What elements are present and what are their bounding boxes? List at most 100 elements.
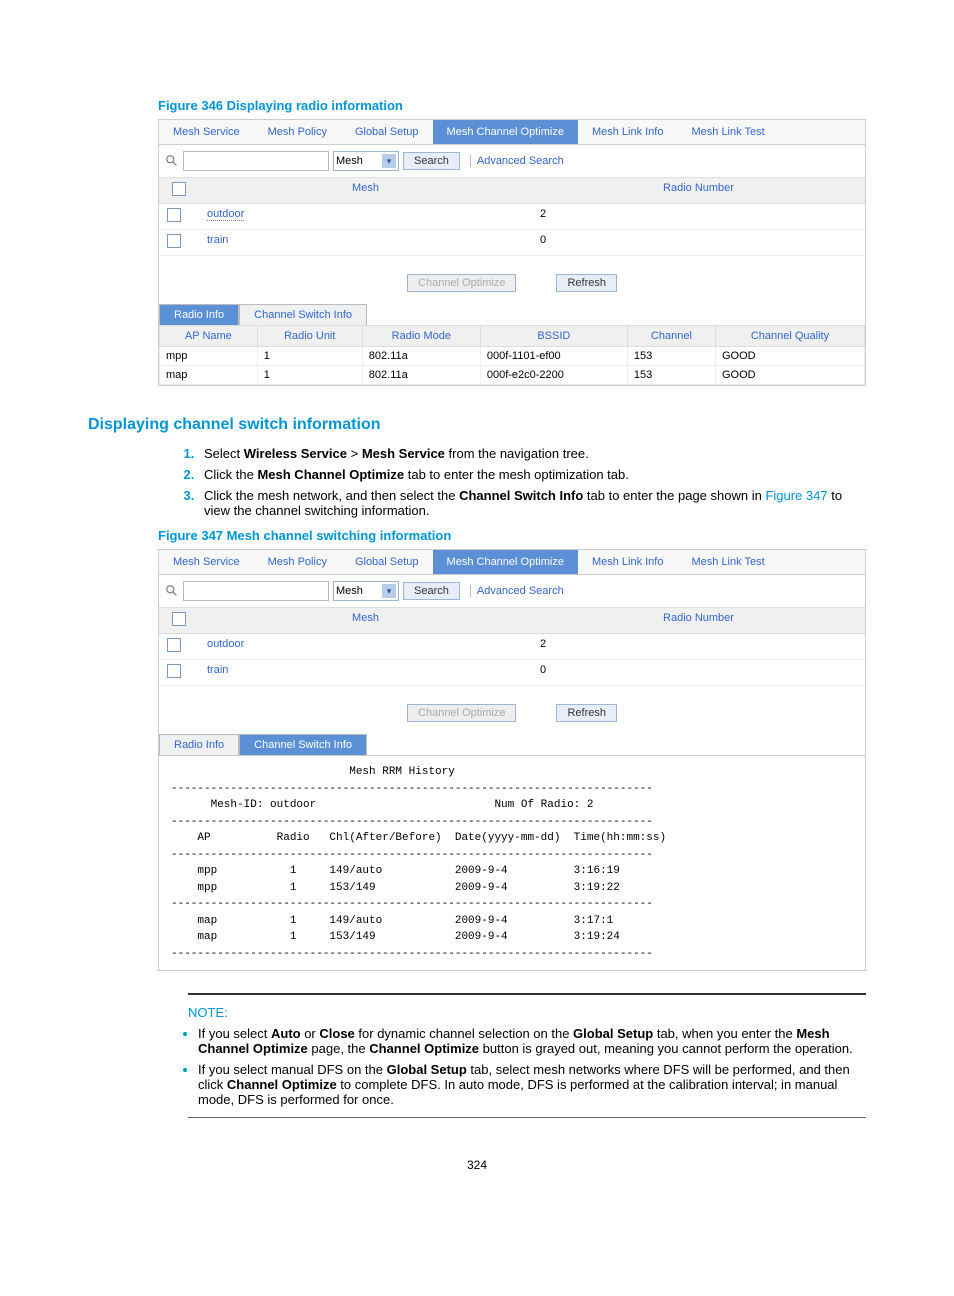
txt: > [347, 446, 362, 461]
tab-mesh-link-info[interactable]: Mesh Link Info [578, 550, 678, 574]
row-checkbox[interactable] [167, 234, 181, 248]
cell: GOOD [715, 366, 864, 385]
txt: Auto [271, 1026, 301, 1041]
chevron-down-icon: ▾ [382, 154, 396, 168]
txt: Channel Optimize [227, 1077, 337, 1092]
refresh-button[interactable]: Refresh [556, 704, 617, 722]
radio-info-table: AP Name Radio Unit Radio Mode BSSID Chan… [159, 325, 865, 385]
tab-global-setup[interactable]: Global Setup [341, 120, 433, 144]
sub-tabs: Radio Info Channel Switch Info [159, 304, 865, 325]
col-radio-number: Radio Number [532, 178, 865, 203]
tab-mesh-channel-optimize[interactable]: Mesh Channel Optimize [433, 120, 578, 144]
mesh-row-num: 2 [532, 204, 865, 229]
note-item: If you select manual DFS on the Global S… [198, 1062, 866, 1107]
tab-mesh-link-test[interactable]: Mesh Link Test [677, 120, 778, 144]
advanced-search-link[interactable]: Advanced Search [470, 155, 564, 167]
search-icon [165, 154, 179, 168]
search-button[interactable]: Search [403, 582, 460, 600]
row-checkbox[interactable] [167, 208, 181, 222]
steps-list: Select Wireless Service > Mesh Service f… [198, 446, 866, 518]
search-input[interactable] [183, 581, 329, 601]
search-row: Mesh ▾ Search Advanced Search [159, 575, 865, 608]
mesh-link-outdoor[interactable]: outdoor [207, 638, 244, 650]
search-category-select[interactable]: Mesh ▾ [333, 151, 399, 171]
mesh-row-num: 0 [532, 230, 865, 255]
search-input[interactable] [183, 151, 329, 171]
note-list: If you select Auto or Close for dynamic … [198, 1026, 866, 1107]
cell: 000f-e2c0-2200 [480, 366, 627, 385]
col-ap-name: AP Name [160, 326, 258, 347]
mesh-link-train[interactable]: train [207, 664, 228, 676]
select-all-checkbox[interactable] [172, 612, 186, 626]
txt: Mesh Service [362, 446, 445, 461]
figure-347-link[interactable]: Figure 347 [765, 488, 827, 503]
txt: Channel Switch Info [459, 488, 583, 503]
cell: 802.11a [362, 366, 480, 385]
search-category-select[interactable]: Mesh ▾ [333, 581, 399, 601]
txt: If you select manual DFS on the [198, 1062, 387, 1077]
refresh-button[interactable]: Refresh [556, 274, 617, 292]
row-checkbox[interactable] [167, 664, 181, 678]
top-tabs: Mesh Service Mesh Policy Global Setup Me… [159, 550, 865, 575]
search-select-value: Mesh [336, 585, 363, 597]
sub-tabs: Radio Info Channel Switch Info [159, 734, 865, 755]
middle-buttons: Channel Optimize Refresh [159, 256, 865, 298]
mesh-link-train[interactable]: train [207, 234, 228, 246]
txt: Click the [204, 467, 257, 482]
search-icon [165, 584, 179, 598]
cell: 802.11a [362, 347, 480, 366]
col-bssid: BSSID [480, 326, 627, 347]
txt: Select [204, 446, 244, 461]
tab-global-setup[interactable]: Global Setup [341, 550, 433, 574]
page-number: 324 [88, 1158, 866, 1172]
cell: GOOD [715, 347, 864, 366]
col-radio-unit: Radio Unit [257, 326, 362, 347]
subtab-radio-info[interactable]: Radio Info [159, 734, 239, 755]
txt: tab, when you enter the [653, 1026, 796, 1041]
figure-347-caption: Figure 347 Mesh channel switching inform… [158, 528, 866, 543]
channel-optimize-button[interactable]: Channel Optimize [407, 704, 516, 722]
subtab-channel-switch-info[interactable]: Channel Switch Info [239, 304, 367, 325]
mesh-link-outdoor[interactable]: outdoor [207, 208, 244, 221]
cell: mpp [160, 347, 258, 366]
step-1: Select Wireless Service > Mesh Service f… [198, 446, 866, 461]
middle-buttons: Channel Optimize Refresh [159, 686, 865, 728]
tab-mesh-policy[interactable]: Mesh Policy [254, 550, 341, 574]
channel-optimize-button[interactable]: Channel Optimize [407, 274, 516, 292]
row-checkbox[interactable] [167, 638, 181, 652]
txt: from the navigation tree. [445, 446, 589, 461]
txt: Click the mesh network, and then select … [204, 488, 459, 503]
txt: If you select [198, 1026, 271, 1041]
tab-mesh-link-info[interactable]: Mesh Link Info [578, 120, 678, 144]
tab-mesh-policy[interactable]: Mesh Policy [254, 120, 341, 144]
mesh-row: outdoor 2 [159, 204, 865, 230]
txt: Mesh Channel Optimize [257, 467, 404, 482]
txt: Close [319, 1026, 354, 1041]
search-button[interactable]: Search [403, 152, 460, 170]
tab-mesh-channel-optimize[interactable]: Mesh Channel Optimize [433, 550, 578, 574]
tab-mesh-service[interactable]: Mesh Service [159, 550, 254, 574]
select-all-checkbox[interactable] [172, 182, 186, 196]
subtab-radio-info[interactable]: Radio Info [159, 304, 239, 325]
txt: page, the [308, 1041, 369, 1056]
tab-mesh-service[interactable]: Mesh Service [159, 120, 254, 144]
cell: 153 [627, 347, 715, 366]
mesh-table-header: Mesh Radio Number [159, 608, 865, 634]
panel-radio-info: Mesh Service Mesh Policy Global Setup Me… [158, 119, 866, 386]
tab-mesh-link-test[interactable]: Mesh Link Test [677, 550, 778, 574]
cell: map [160, 366, 258, 385]
col-mesh: Mesh [199, 608, 532, 633]
col-mesh: Mesh [199, 178, 532, 203]
mesh-row: train 0 [159, 660, 865, 686]
txt: tab to enter the mesh optimization tab. [404, 467, 629, 482]
col-channel-quality: Channel Quality [715, 326, 864, 347]
mesh-rrm-history: Mesh RRM History -----------------------… [159, 755, 865, 970]
col-channel: Channel [627, 326, 715, 347]
cell: 153 [627, 366, 715, 385]
txt: or [301, 1026, 320, 1041]
advanced-search-link[interactable]: Advanced Search [470, 585, 564, 597]
figure-346-caption: Figure 346 Displaying radio information [158, 98, 866, 113]
subtab-channel-switch-info[interactable]: Channel Switch Info [239, 734, 367, 755]
txt: tab to enter the page shown in [583, 488, 765, 503]
note-rule-bottom [188, 1117, 866, 1118]
